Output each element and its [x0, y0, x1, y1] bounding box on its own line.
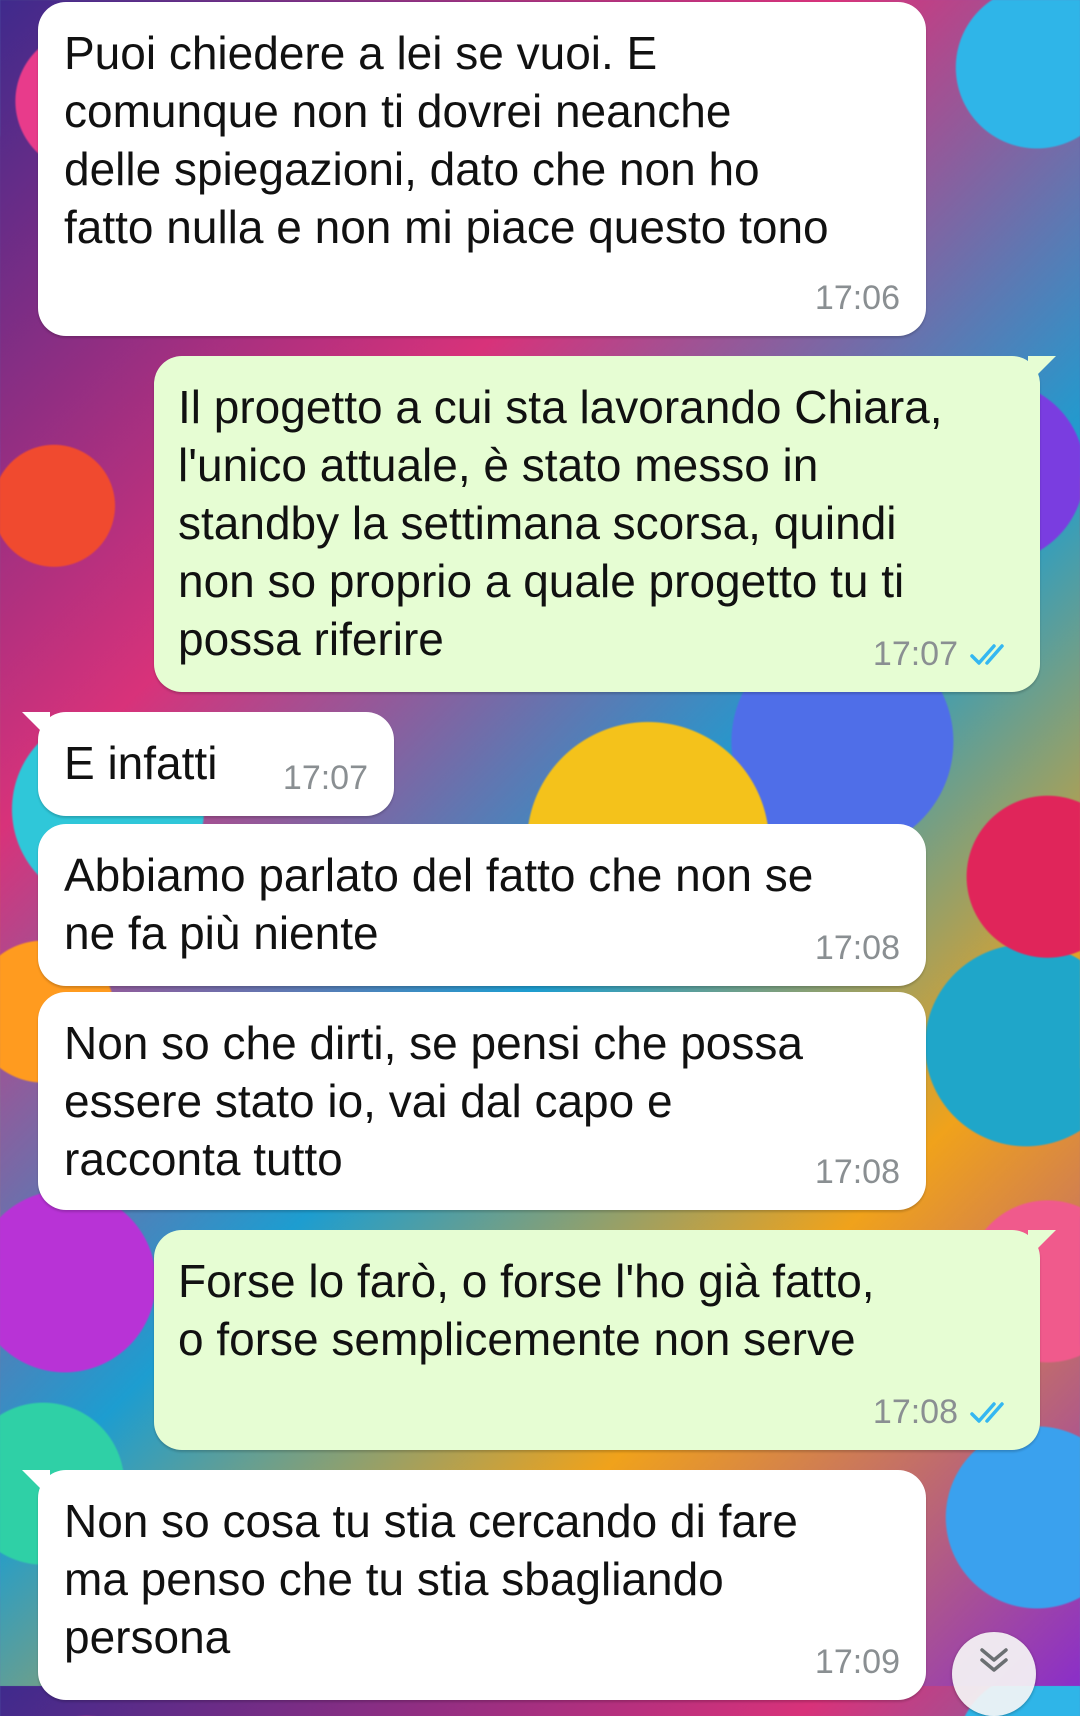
message-meta: 17:08 — [815, 1152, 900, 1192]
message-text: Non so che dirti, se pensi che possa ess… — [64, 1017, 803, 1185]
message-incoming[interactable]: Abbiamo parlato del fatto che non se ne … — [38, 824, 926, 986]
message-time: 17:09 — [814, 1643, 900, 1681]
message-time: 17:08 — [872, 1393, 958, 1431]
message-incoming[interactable]: Puoi chiedere a lei se vuoi. E comunque … — [38, 2, 926, 336]
message-time: 17:07 — [872, 635, 958, 673]
double-check-icon — [970, 1402, 1004, 1423]
message-time: 17:07 — [282, 759, 368, 797]
message-time: 17:08 — [814, 1153, 900, 1191]
message-outgoing[interactable]: Il progetto a cui sta lavorando Chiara, … — [154, 356, 1056, 692]
message-meta: 17:07 — [283, 758, 368, 798]
message-meta: 17:09 — [815, 1642, 900, 1682]
message-meta: 17:07 — [873, 634, 1014, 674]
message-outgoing[interactable]: Forse lo farò, o forse l'ho già fatto, o… — [154, 1230, 1056, 1450]
message-text: Forse lo farò, o forse l'ho già fatto, o… — [178, 1255, 875, 1365]
message-text: Il progetto a cui sta lavorando Chiara, … — [178, 381, 943, 665]
message-time: 17:06 — [814, 279, 900, 317]
message-text: Non so cosa tu stia cercando di fare ma … — [64, 1495, 798, 1663]
double-chevron-down-icon — [980, 1648, 1008, 1672]
scroll-to-bottom-button[interactable] — [952, 1632, 1036, 1716]
chat-conversation: Puoi chiedere a lei se vuoi. E comunque … — [0, 0, 1080, 1716]
message-meta: 17:08 — [815, 928, 900, 968]
message-incoming[interactable]: Non so che dirti, se pensi che possa ess… — [38, 992, 926, 1210]
message-incoming[interactable]: E infatti 17:07 — [22, 712, 394, 816]
double-check-icon — [970, 644, 1004, 665]
message-time: 17:08 — [814, 929, 900, 967]
message-meta: 17:08 — [873, 1392, 1014, 1432]
message-incoming[interactable]: Non so cosa tu stia cercando di fare ma … — [22, 1470, 926, 1700]
message-text: Puoi chiedere a lei se vuoi. E comunque … — [64, 27, 829, 253]
message-meta: 17:06 — [815, 278, 900, 318]
message-text: Abbiamo parlato del fatto che non se ne … — [64, 849, 814, 959]
